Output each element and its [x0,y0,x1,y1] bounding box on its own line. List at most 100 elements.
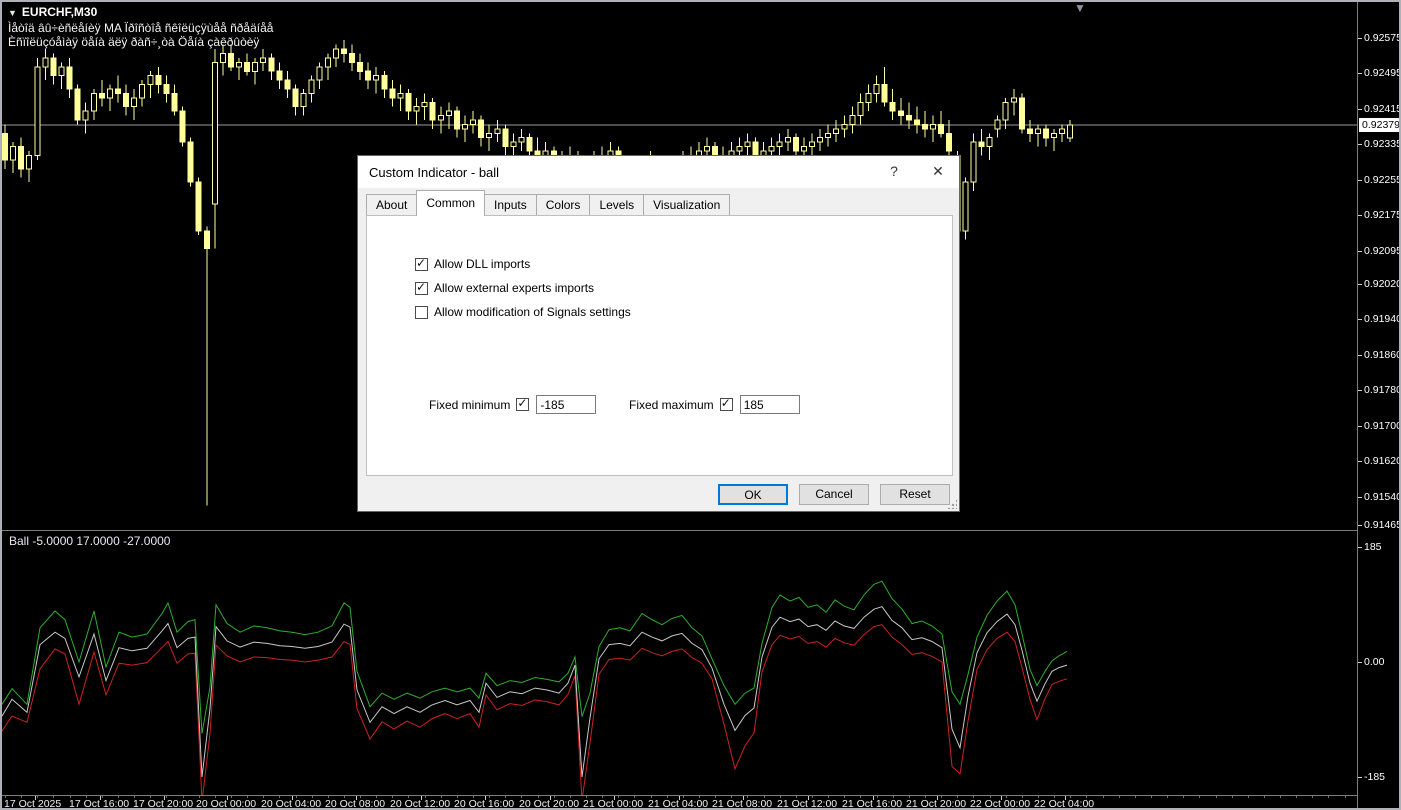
checkbox-1[interactable] [415,256,428,271]
bear-candle [171,92,178,112]
bear-candle [155,75,162,86]
window-separator[interactable] [2,530,1399,531]
bear-candle [349,53,355,63]
reset-button[interactable]: Reset [880,484,950,505]
bear-candle [978,141,985,148]
time-tick-label: 21 Oct 04:00 [648,798,709,810]
bull-candle [308,79,315,94]
bull-candle [510,141,517,148]
price-tick-label: 0.92415 [1364,103,1401,115]
time-tick-label: 17 Oct 20:00 [133,798,194,810]
tab-about[interactable]: About [366,194,418,216]
indicator-comment-line-1: Ìåòîä âû÷èñëåíèÿ MA Ïðîñòîå ñêîëüçÿùåå ñ… [8,21,274,35]
time-minor-tick [1248,796,1249,798]
dialog-title-bar[interactable]: Custom Indicator - ball ? ✕ [358,156,959,188]
bull-candle [397,92,404,99]
cancel-button[interactable]: Cancel [799,484,869,505]
ok-button[interactable]: OK [718,484,788,505]
checkbox-2[interactable] [415,280,428,295]
price-tick-label: 0.91940 [1364,313,1401,325]
bull-candle [58,66,65,77]
close-icon[interactable]: ✕ [923,163,953,183]
bull-candle [34,66,41,156]
tab-visualization[interactable]: Visualization [643,194,731,216]
bear-candle [752,141,759,156]
bull-candle [445,110,452,116]
bull-candle [704,146,711,152]
tab-levels[interactable]: Levels [589,194,645,216]
checkbox-label: Allow external experts imports [434,281,595,295]
bear-candle [526,137,533,152]
middle-white-line [2,606,1068,778]
bull-candle [865,92,872,103]
bull-candle [332,48,339,59]
indicator-tick-mark [1358,777,1362,778]
bull-candle [486,132,493,139]
mt4-chart-window: ▼ EURCHF,M30 Ìåòîä âû÷èñëåíèÿ MA Ïðîñòîå … [0,0,1401,810]
fixed-field-label: Fixed minimum [429,397,511,412]
bull-candle [437,115,444,121]
price-tick-label: 0.91465 [1364,519,1401,531]
fixed-field-row: Fixed minimum [429,395,597,414]
fixed-field-input[interactable] [739,395,800,414]
bull-candle [219,53,226,63]
bear-candle [429,101,436,121]
tab-colors[interactable]: Colors [535,194,591,216]
indicator-tick-label: -185 [1364,771,1386,783]
time-tick-label: 22 Oct 00:00 [970,798,1031,810]
indicator-subwindow[interactable]: Ball -5.0000 17.0000 -27.0000 [2,532,1357,795]
bear-candle [2,132,8,161]
indicator-tick-mark [1358,547,1362,548]
indicator-tick-mark [1358,662,1362,663]
bull-candle [42,57,49,68]
price-tick-mark [1358,180,1362,181]
bull-candle [373,75,380,81]
price-tick-mark [1358,109,1362,110]
checkbox-3[interactable] [415,305,428,319]
tab-common[interactable]: Common [416,190,486,216]
bear-candle [203,230,210,250]
bull-candle [10,146,17,161]
time-tick-label: 21 Oct 20:00 [906,798,967,810]
bull-candle [82,110,89,121]
time-tick-label: 20 Oct 00:00 [196,798,257,810]
bull-candle [300,92,307,108]
time-tick-label: 20 Oct 08:00 [325,798,386,810]
bull-candle [970,141,977,183]
price-tick-label: 0.92255 [1364,174,1401,186]
fixed-field-checkbox[interactable] [516,396,530,411]
symbol-label: ▼ EURCHF,M30 [8,5,97,19]
bull-candle [462,123,468,130]
bull-candle [518,137,525,143]
time-minor-tick [1199,796,1200,798]
price-tick-mark [1358,497,1362,498]
price-tick-mark [1358,355,1362,356]
time-minor-tick [1119,796,1120,798]
bear-candle [187,141,194,183]
bull-candle [260,57,267,63]
bear-candle [502,128,509,148]
price-axis[interactable]: 0.92379 0.92575 0.92495 0.92415 0.92335 0.92… [1357,2,1401,808]
bull-candle [139,84,146,99]
tab-inputs[interactable]: Inputs [484,194,537,216]
price-tick-mark [1358,73,1362,74]
time-minor-tick [1264,796,1265,798]
time-minor-tick [1345,796,1346,798]
fixed-field-input[interactable] [536,395,597,414]
bull-candle [413,106,420,112]
time-axis[interactable]: 17 Oct 2025 17 Oct 16:00 17 Oct 20:00 20 Oc… [2,796,1357,810]
time-minor-tick [1167,796,1168,798]
bear-candle [50,57,57,77]
bull-candle [776,141,783,148]
fixed-field-checkbox[interactable] [719,396,733,411]
bull-candle [324,57,331,68]
price-tick-mark [1358,461,1362,462]
time-tick-label: 20 Oct 20:00 [519,798,580,810]
bear-candle [938,123,945,134]
bear-candle [228,53,234,68]
checkbox-row: Allow external experts imports [415,280,595,295]
price-tick-mark [1358,144,1362,145]
price-tick-label: 0.91780 [1364,384,1401,396]
checkbox-label: Allow DLL imports [434,257,531,271]
help-icon[interactable]: ? [881,163,907,183]
